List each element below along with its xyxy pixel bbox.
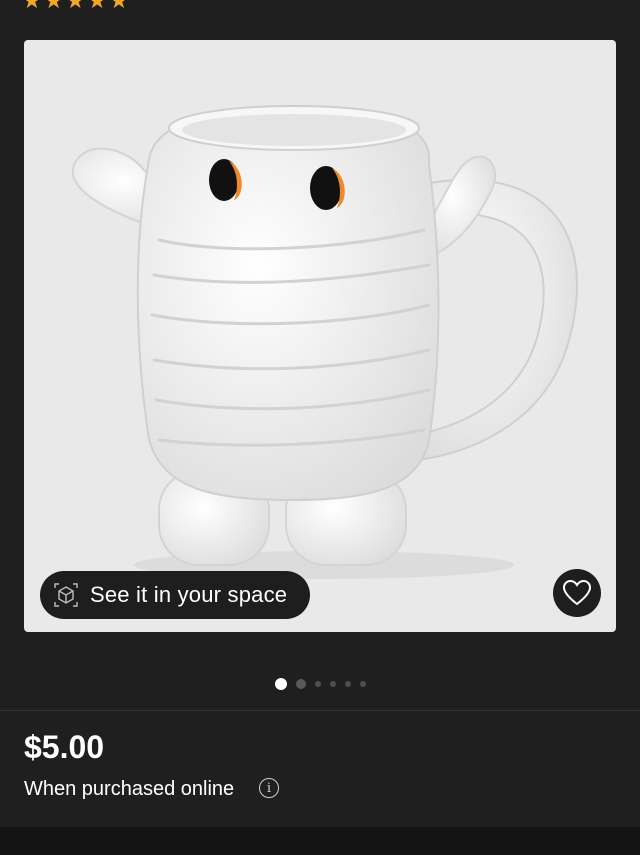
see-in-your-space-button[interactable]: See it in your space: [40, 571, 310, 619]
product-image-carousel[interactable]: See it in your space: [24, 40, 616, 632]
carousel-dot[interactable]: [344, 681, 351, 687]
carousel-dot[interactable]: [329, 681, 336, 687]
heart-outline-icon: [563, 580, 591, 606]
carousel-dot-active[interactable]: [274, 678, 287, 690]
carousel-dot[interactable]: [359, 681, 366, 687]
product-price: $5.00: [24, 729, 105, 765]
star-icon: ★: [108, 0, 129, 13]
ar-cube-icon: [52, 581, 80, 609]
star-icon: ★: [87, 0, 107, 13]
price-section: $5.00 When purchased online i: [0, 711, 640, 827]
star-icon: ★: [65, 0, 86, 13]
carousel-dot[interactable]: [295, 679, 306, 689]
mummy-mug-image: [71, 105, 578, 579]
carousel-dot[interactable]: [314, 681, 321, 687]
rating-strip: ★ ★ ★ ★ ★: [0, 0, 640, 14]
bottom-bar: [0, 827, 640, 855]
star-icon: ★: [43, 0, 64, 13]
carousel-indicator: [0, 678, 640, 690]
info-icon[interactable]: i: [259, 778, 279, 798]
favorite-button[interactable]: [553, 569, 601, 617]
star-icon: ★: [22, 0, 42, 13]
ar-button-label: See it in your space: [90, 582, 288, 607]
price-note: When purchased online: [24, 778, 235, 800]
rating-stars[interactable]: ★ ★ ★ ★ ★: [22, 0, 129, 12]
